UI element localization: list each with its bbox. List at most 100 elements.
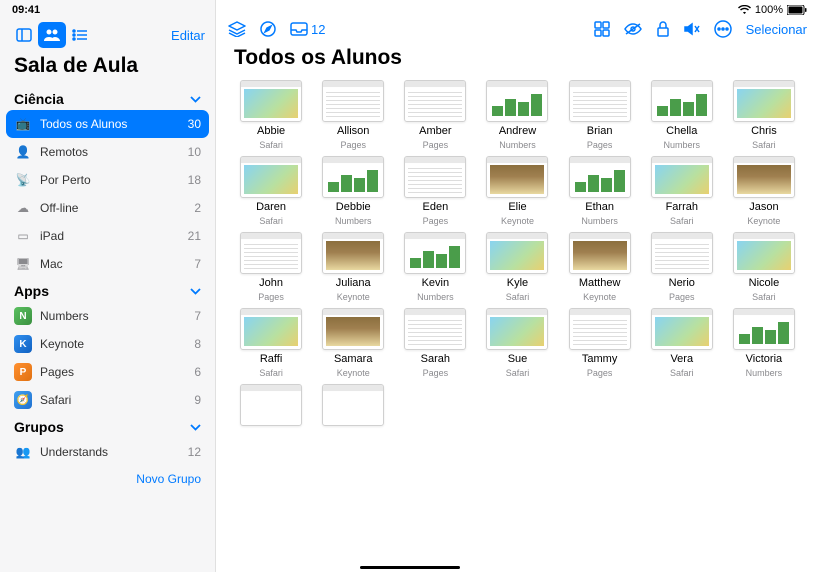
student-card[interactable]: AbbieSafari: [234, 80, 308, 150]
student-app: Pages: [258, 292, 284, 302]
student-name: Farrah: [666, 201, 698, 213]
student-card[interactable]: Allison Pages: [316, 80, 390, 150]
screen-thumbnail: [404, 232, 466, 274]
item-label: Pages: [40, 365, 186, 379]
student-app: Keynote: [501, 216, 534, 226]
inbox-button[interactable]: 12: [290, 22, 325, 37]
sidebar-item[interactable]: 📺Todos os Alunos30: [6, 110, 209, 138]
student-app: Safari: [752, 140, 776, 150]
item-icon: ☁︎: [14, 199, 32, 217]
student-name: Tammy: [582, 353, 617, 365]
student-app: Keynote: [337, 368, 370, 378]
section-header[interactable]: Apps: [6, 278, 209, 302]
sidebar-header: Editar: [0, 16, 215, 52]
student-card[interactable]: FarrahSafari: [645, 156, 719, 226]
screen-thumbnail: [322, 308, 384, 350]
student-card[interactable]: EdenPages: [398, 156, 472, 226]
student-card[interactable]: NicoleSafari: [727, 232, 801, 302]
sidebar-item[interactable]: 🧭Safari9: [6, 386, 209, 414]
student-card[interactable]: DebbieNumbers: [316, 156, 390, 226]
student-card[interactable]: SueSafari: [480, 308, 554, 378]
item-count: 8: [194, 337, 201, 351]
screen-thumbnail: [733, 80, 795, 122]
sidebar-item[interactable]: ☁︎Off-line2: [6, 194, 209, 222]
lock-icon[interactable]: [656, 21, 670, 37]
student-card[interactable]: ChrisSafari: [727, 80, 801, 150]
screen-thumbnail: [240, 80, 302, 122]
screen-thumbnail: [404, 308, 466, 350]
student-name: Brian: [587, 125, 613, 137]
item-label: Numbers: [40, 309, 186, 323]
edit-button[interactable]: Editar: [171, 28, 205, 43]
sidebar-item[interactable]: 👥Understands12: [6, 438, 209, 466]
student-app: Keynote: [337, 292, 370, 302]
student-name: Allison: [337, 125, 369, 137]
student-name: Elie: [508, 201, 526, 213]
student-card[interactable]: KyleSafari: [480, 232, 554, 302]
item-count: 30: [188, 117, 201, 131]
home-indicator: [360, 566, 460, 569]
chevron-down-icon: [190, 96, 201, 103]
student-card[interactable]: AmberPages: [398, 80, 472, 150]
student-card[interactable]: SarahPages: [398, 308, 472, 378]
status-bar-right: 100%: [216, 0, 819, 16]
battery-status: 100%: [738, 4, 807, 16]
people-icon[interactable]: [38, 22, 66, 48]
student-card[interactable]: Elie Keynote: [480, 156, 554, 226]
student-card[interactable]: BrianPages: [563, 80, 637, 150]
student-card[interactable]: JohnPages: [234, 232, 308, 302]
student-card[interactable]: JulianaKeynote: [316, 232, 390, 302]
sidebar-item[interactable]: 👤Remotos10: [6, 138, 209, 166]
item-count: 21: [188, 229, 201, 243]
item-label: Keynote: [40, 337, 186, 351]
layers-icon[interactable]: [228, 21, 246, 37]
item-icon: 👥: [14, 443, 32, 461]
status-bar: 09:41: [0, 0, 215, 16]
student-app: Pages: [423, 140, 449, 150]
student-card[interactable]: TammyPages: [563, 308, 637, 378]
screen-thumbnail: [486, 308, 548, 350]
sidebar-item[interactable]: ▭ iPad 21: [6, 222, 209, 250]
student-app: Keynote: [747, 216, 780, 226]
student-card[interactable]: KevinNumbers: [398, 232, 472, 302]
student-card[interactable]: NerioPages: [645, 232, 719, 302]
student-card[interactable]: VictoriaNumbers: [727, 308, 801, 378]
list-icon[interactable]: [66, 22, 94, 48]
student-card[interactable]: MatthewKeynote: [563, 232, 637, 302]
sidebar-item[interactable]: NNumbers7: [6, 302, 209, 330]
student-card[interactable]: Jason Keynote: [727, 156, 801, 226]
select-button[interactable]: Selecionar: [746, 22, 807, 37]
navigate-icon[interactable]: [260, 21, 276, 37]
student-app: Pages: [340, 140, 366, 150]
student-card[interactable]: [316, 384, 390, 432]
student-app: Numbers: [499, 140, 536, 150]
mute-icon[interactable]: [684, 21, 700, 37]
screen-thumbnail: [240, 232, 302, 274]
student-card[interactable]: ChellaNumbers: [645, 80, 719, 150]
sidebar-item[interactable]: 🖥Mac7: [6, 250, 209, 278]
student-name: Kevin: [422, 277, 450, 289]
more-icon[interactable]: [714, 20, 732, 38]
student-card[interactable]: DarenSafari: [234, 156, 308, 226]
student-card[interactable]: SamaraKeynote: [316, 308, 390, 378]
student-app: Numbers: [664, 140, 701, 150]
student-card[interactable]: AndrewNumbers: [480, 80, 554, 150]
student-card[interactable]: VeraSafari: [645, 308, 719, 378]
student-name: Jason: [749, 201, 778, 213]
student-card[interactable]: [234, 384, 308, 432]
new-group-button[interactable]: Novo Grupo: [0, 466, 215, 496]
item-icon: ▭: [14, 227, 32, 245]
sidebar-item[interactable]: PPages6: [6, 358, 209, 386]
grid-view-icon[interactable]: [594, 21, 610, 37]
section-header[interactable]: Grupos: [6, 414, 209, 438]
section-header[interactable]: Ciência: [6, 86, 209, 110]
student-card[interactable]: EthanNumbers: [563, 156, 637, 226]
screen-thumbnail: [322, 232, 384, 274]
sidebar-toggle-icon[interactable]: [10, 22, 38, 48]
sidebar-item[interactable]: 📡Por Perto18: [6, 166, 209, 194]
chevron-down-icon: [190, 288, 201, 295]
item-label: iPad: [40, 229, 180, 243]
student-card[interactable]: RaffiSafari: [234, 308, 308, 378]
hide-icon[interactable]: [624, 22, 642, 36]
sidebar-item[interactable]: KKeynote8: [6, 330, 209, 358]
